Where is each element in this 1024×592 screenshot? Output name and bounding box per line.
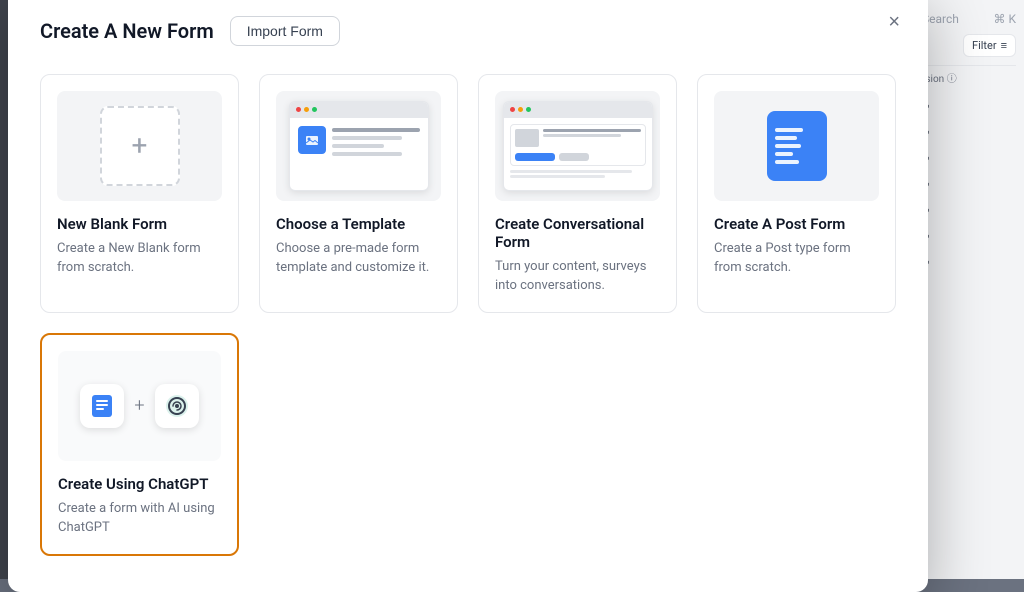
modal-header: Create A New Form Import Form xyxy=(40,16,896,46)
backdrop: Search ⌘ K Filter ≡ rsion ⓘ % % % % % % … xyxy=(0,0,1024,579)
bg-percent-6: % xyxy=(922,227,1016,245)
template-card[interactable]: Choose a Template Choose a pre-made form… xyxy=(259,74,458,313)
chatgpt-title: Create Using ChatGPT xyxy=(58,475,221,493)
bg-filter: Filter ≡ xyxy=(963,34,1016,57)
bg-percent-7: % xyxy=(922,253,1016,271)
template-desc: Choose a pre-made form template and cust… xyxy=(276,239,441,278)
post-form-card[interactable]: Create A Post Form Create a Post type fo… xyxy=(697,74,896,313)
bg-search: Search ⌘ K xyxy=(922,12,1016,26)
close-button[interactable]: × xyxy=(884,8,904,36)
post-form-title: Create A Post Form xyxy=(714,215,879,233)
bottom-cards-grid: + Create Using ChatGPT Cr xyxy=(40,333,896,556)
blank-form-desc: Create a New Blank form from scratch. xyxy=(57,239,222,278)
import-form-button[interactable]: Import Form xyxy=(230,16,340,46)
post-form-desc: Create a Post type form from scratch. xyxy=(714,239,879,278)
bg-percent-1: % xyxy=(922,97,1016,115)
chatgpt-illustration: + xyxy=(58,351,221,461)
conversational-illustration xyxy=(495,91,660,201)
create-form-modal: Create A New Form Import Form × + New Bl… xyxy=(8,0,928,592)
bg-version-label: rsion ⓘ xyxy=(922,65,1016,89)
blank-form-illustration: + xyxy=(57,91,222,201)
chatgpt-desc: Create a form with AI using ChatGPT xyxy=(58,499,221,538)
blank-form-title: New Blank Form xyxy=(57,215,222,233)
template-illustration xyxy=(276,91,441,201)
background-page: Search ⌘ K Filter ≡ rsion ⓘ % % % % % % … xyxy=(914,0,1024,579)
bg-percent-4: % xyxy=(922,175,1016,193)
bg-percent-3: % xyxy=(922,149,1016,167)
modal-title: Create A New Form xyxy=(40,19,214,43)
chatform-icon xyxy=(80,384,124,428)
chatgpt-logo-icon xyxy=(155,384,199,428)
conversational-title: Create Conversational Form xyxy=(495,215,660,251)
conversational-desc: Turn your content, surveys into conversa… xyxy=(495,257,660,296)
chatgpt-card[interactable]: + Create Using ChatGPT Cr xyxy=(40,333,239,556)
top-cards-grid: + New Blank Form Create a New Blank form… xyxy=(40,74,896,313)
conversational-card[interactable]: Create Conversational Form Turn your con… xyxy=(478,74,677,313)
bg-percent-5: % xyxy=(922,201,1016,219)
post-form-illustration xyxy=(714,91,879,201)
blank-form-card[interactable]: + New Blank Form Create a New Blank form… xyxy=(40,74,239,313)
bg-percent-2: % xyxy=(922,123,1016,141)
template-title: Choose a Template xyxy=(276,215,441,233)
